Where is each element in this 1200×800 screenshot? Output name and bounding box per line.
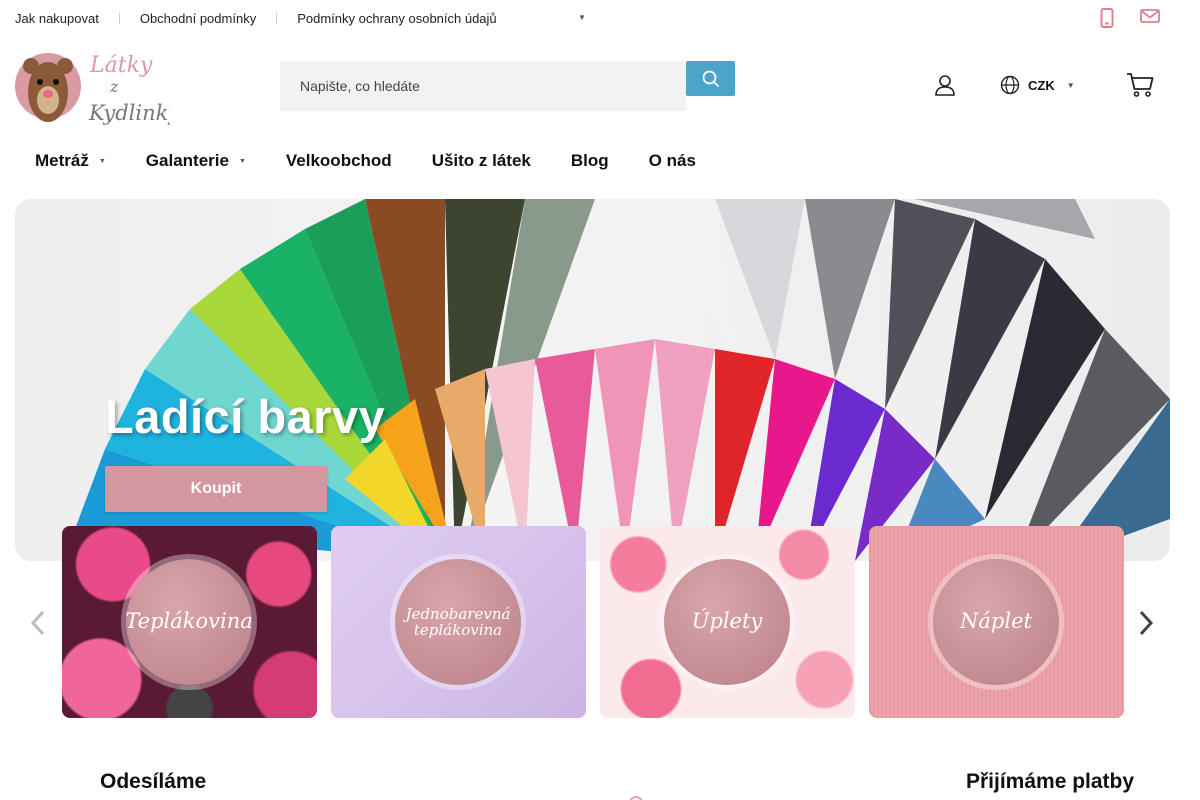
chevron-down-icon[interactable]: ▼	[578, 13, 586, 22]
logo-text-3: Kydlinky	[88, 101, 170, 125]
hero-title: Ladící barvy	[105, 390, 386, 443]
main-navigation: Metráž ▼ Galanterie ▼ Velkoobchod Ušito z …	[35, 151, 736, 171]
nav-label: O nás	[648, 151, 696, 170]
mail-icon[interactable]	[1140, 8, 1160, 33]
nav-label: Velkoobchod	[285, 151, 392, 170]
nav-label: Metráž	[35, 151, 89, 170]
category-badge: Teplákovina	[125, 559, 253, 685]
logo-text-1: Látky	[89, 53, 153, 78]
link-obchodni-podminky[interactable]: Obchodní podmínky	[140, 11, 256, 26]
nav-item-galanterie[interactable]: Galanterie ▼	[146, 151, 246, 171]
currency-selector[interactable]: CZK ▼	[1000, 75, 1075, 95]
hero-buy-button[interactable]: Koupit	[105, 466, 327, 512]
payments-heading: Přijímáme platby	[966, 770, 1135, 793]
nav-item-o-nas[interactable]: O nás	[649, 151, 696, 171]
nav-label: Blog	[570, 151, 609, 170]
chevron-right-icon	[1139, 610, 1154, 636]
site-logo[interactable]: Látky z Kydlinky	[15, 42, 181, 132]
chevron-left-icon	[30, 610, 45, 636]
category-card-naplet[interactable]: Náplet	[869, 526, 1124, 718]
chevron-down-icon: ▼	[98, 157, 106, 165]
category-label: Jednobarevná teplákovina	[405, 604, 511, 639]
user-icon	[935, 75, 955, 96]
nav-item-metraz[interactable]: Metráž ▼	[35, 151, 106, 171]
category-label: Náplet	[960, 609, 1032, 634]
top-bar: Jak nakupovat Obchodní podmínky Podmínky…	[0, 0, 1200, 36]
category-label: Úplety	[691, 609, 763, 634]
carousel-next-button[interactable]	[1138, 610, 1154, 641]
globe-icon	[1000, 75, 1020, 95]
nav-label: Ušito z látek	[431, 151, 531, 170]
cart-icon	[1127, 73, 1154, 97]
divider	[276, 13, 278, 24]
search-box	[280, 61, 686, 111]
category-badge: Úplety	[664, 559, 790, 685]
carousel-prev-button[interactable]	[30, 610, 46, 641]
search-button[interactable]	[686, 61, 735, 96]
category-badge: Jednobarevná teplákovina	[395, 559, 521, 685]
nav-item-blog[interactable]: Blog	[571, 151, 609, 171]
contact-icons	[1100, 8, 1160, 33]
shipping-heading: Odesíláme	[100, 770, 207, 793]
category-card-teplakovina[interactable]: Teplákovina	[62, 526, 317, 718]
nav-label: Galanterie	[145, 151, 229, 170]
chevron-down-icon: ▼	[238, 157, 246, 165]
link-ochrana-udaju[interactable]: Podmínky ochrany osobních údajů	[297, 11, 496, 26]
top-links: Jak nakupovat Obchodní podmínky Podmínky…	[15, 11, 586, 26]
currency-label: CZK	[1028, 77, 1055, 93]
cart-button[interactable]	[1126, 72, 1154, 103]
phone-icon[interactable]	[1100, 8, 1114, 33]
category-badge: Náplet	[933, 559, 1059, 685]
logo-text-2: z	[109, 77, 119, 96]
user-account-button[interactable]	[934, 74, 956, 101]
category-carousel: Teplákovina Jednobarevná teplákovina Úpl…	[0, 526, 1200, 718]
hero-banner[interactable]: Ladící barvy Koupit	[15, 199, 1170, 561]
search-input[interactable]	[280, 61, 686, 111]
nav-item-velkoobchod[interactable]: Velkoobchod	[286, 151, 392, 171]
link-jak-nakupovat[interactable]: Jak nakupovat	[15, 11, 99, 26]
category-card-uplety[interactable]: Úplety	[600, 526, 855, 718]
category-card-jednobarevna-teplakovina[interactable]: Jednobarevná teplákovina	[331, 526, 586, 718]
search-icon	[702, 70, 719, 87]
decorative-circle	[629, 796, 643, 800]
nav-item-usito-z-latek[interactable]: Ušito z látek	[432, 151, 531, 171]
chevron-down-icon: ▼	[1066, 80, 1075, 90]
divider	[118, 13, 120, 24]
category-label: Teplákovina	[125, 609, 253, 634]
